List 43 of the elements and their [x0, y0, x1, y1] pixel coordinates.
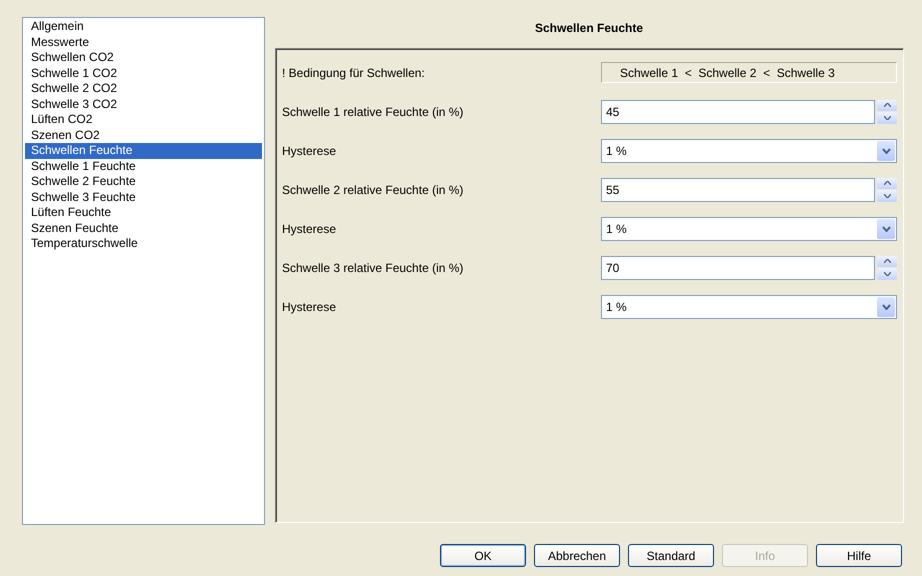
navigation-item[interactable]: Lüften CO2 — [25, 112, 262, 128]
navigation-item[interactable]: Szenen CO2 — [25, 128, 262, 143]
number-field[interactable]: 70 — [601, 256, 875, 280]
navigation-item[interactable]: Lüften Feuchte — [25, 205, 262, 220]
parameter-label: Hysterese — [282, 300, 338, 314]
dialog-button[interactable]: Abbrechen — [534, 544, 620, 567]
navigation-item[interactable]: Schwellen Feuchte — [25, 143, 262, 158]
spin-down-button[interactable] — [877, 190, 897, 202]
spin-up-button[interactable] — [877, 178, 897, 189]
parameter-label: Hysterese — [282, 222, 338, 236]
number-field[interactable]: 55 — [601, 178, 875, 202]
parameter-label: Schwelle 1 relative Feuchte (in %) — [282, 104, 464, 118]
navigation-item[interactable]: Schwelle 2 Feuchte — [25, 174, 262, 190]
spin-up-button[interactable] — [877, 100, 897, 111]
navigation-item[interactable]: Schwelle 1 Feuchte — [25, 158, 262, 174]
parameter-label: Schwelle 2 relative Feuchte (in %) — [282, 182, 464, 196]
chevron-down-icon — [882, 304, 890, 310]
dropdown[interactable]: 1 % — [601, 216, 897, 240]
dropdown[interactable]: 1 % — [601, 138, 897, 162]
navigation-item[interactable]: Messwerte — [25, 34, 262, 50]
navigation-item[interactable]: Schwelle 2 CO2 — [25, 81, 262, 96]
number-field[interactable]: 45 — [601, 100, 875, 124]
dialog-button[interactable]: Standard — [628, 544, 714, 567]
navigation-item[interactable]: Allgemein — [25, 19, 262, 34]
condition-display: Schwelle 1 < Schwelle 2 < Schwelle 3 — [601, 62, 897, 83]
dialog-button[interactable]: OK — [440, 544, 526, 567]
navigation-item[interactable]: Temperaturschwelle — [25, 236, 262, 252]
dialog-button[interactable]: Hilfe — [816, 544, 902, 567]
navigation-item[interactable]: Schwelle 1 CO2 — [25, 66, 262, 81]
parameter-label: ! Bedingung für Schwellen: — [282, 66, 426, 80]
spin-up-button[interactable] — [877, 256, 897, 267]
spin-down-button[interactable] — [877, 268, 897, 280]
parameter-label: Schwelle 3 relative Feuchte (in %) — [282, 260, 464, 274]
parameter-label: Hysterese — [282, 144, 338, 158]
dropdown[interactable]: 1 % — [601, 294, 897, 318]
navigation-item[interactable]: Schwellen CO2 — [25, 50, 262, 66]
spin-down-button[interactable] — [877, 112, 897, 124]
navigation-item[interactable]: Szenen Feuchte — [25, 220, 262, 236]
navigation-item[interactable]: Schwelle 3 Feuchte — [25, 190, 262, 205]
panel-title: Schwellen Feuchte — [534, 20, 644, 37]
chevron-down-icon — [882, 148, 890, 154]
chevron-down-icon — [882, 226, 890, 232]
navigation-item[interactable]: Schwelle 3 CO2 — [25, 96, 262, 112]
